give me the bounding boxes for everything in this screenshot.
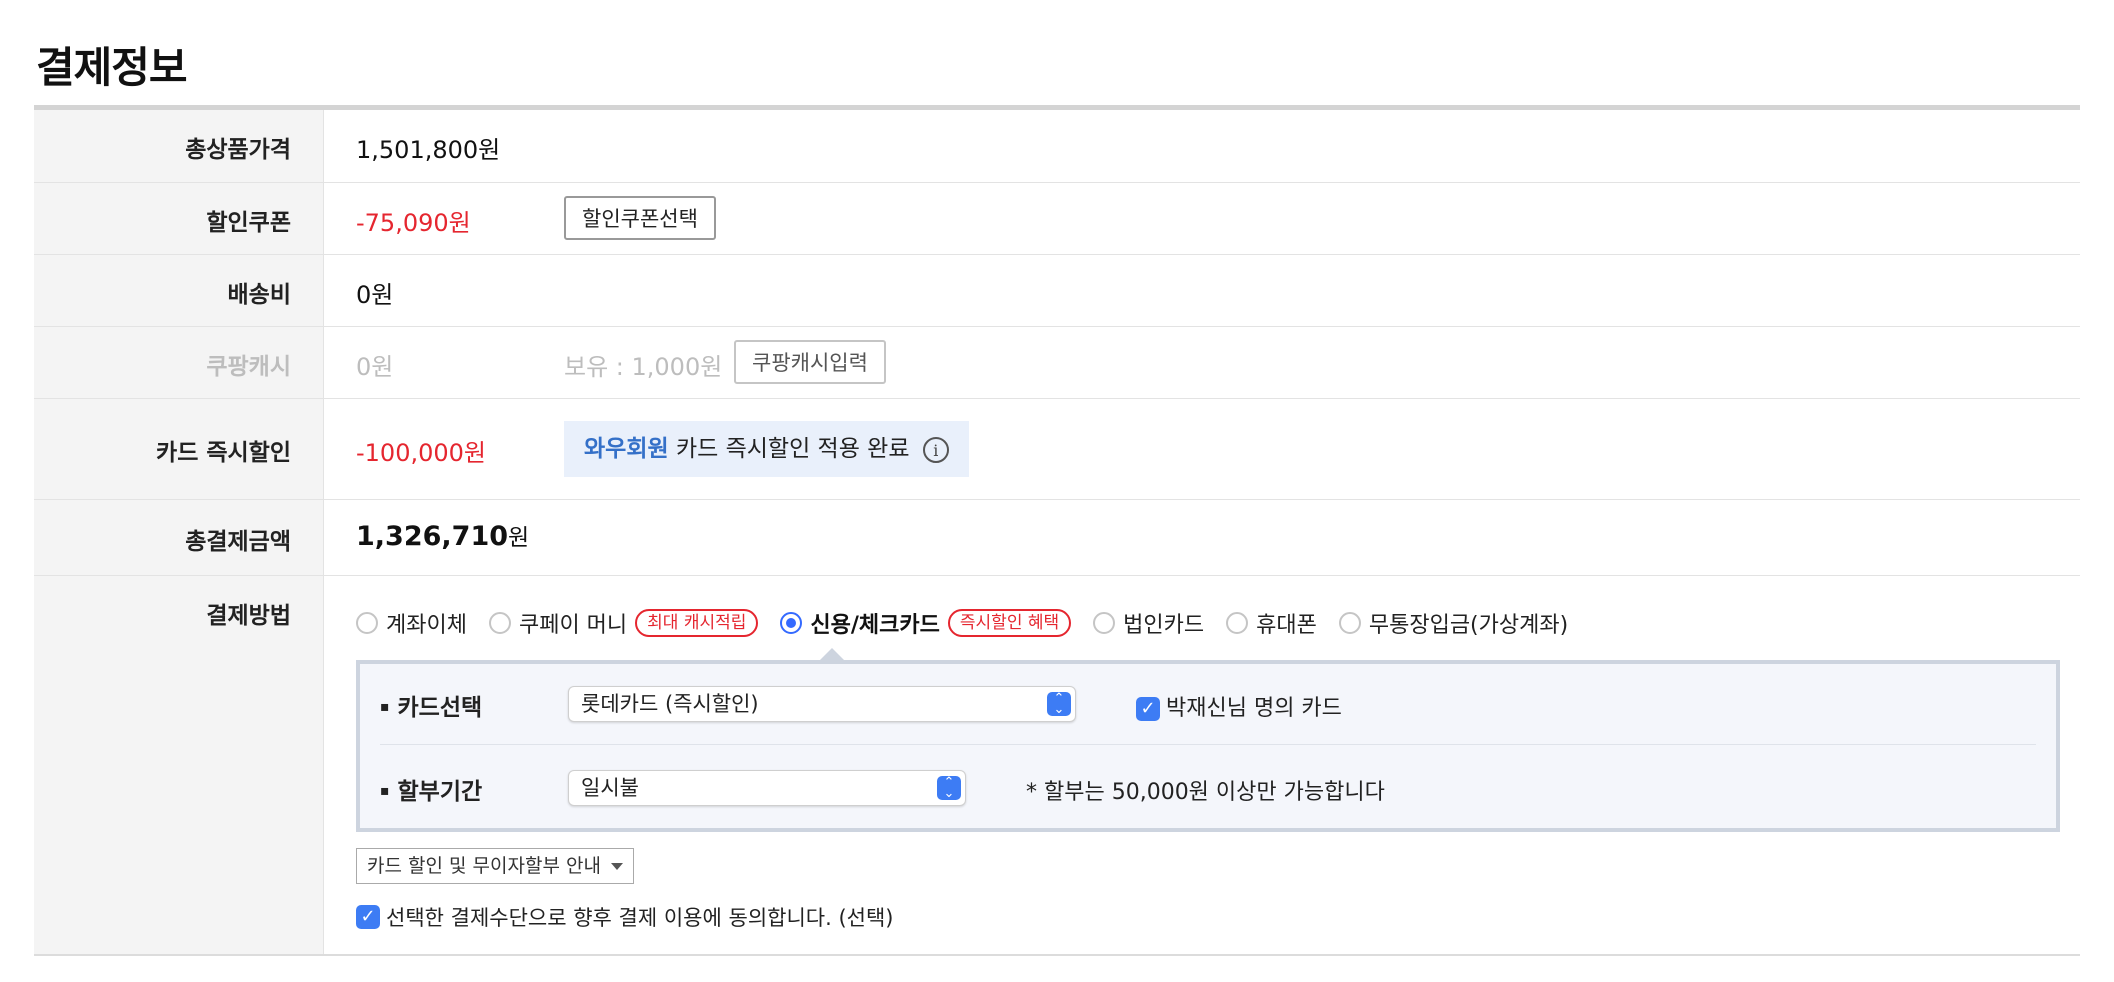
radio-selected-icon[interactable] bbox=[780, 612, 803, 634]
method-coupay-money[interactable]: 쿠페이 머니 최대 캐시적립 bbox=[488, 607, 759, 639]
select-arrows-icon: ⌃ ⌄ bbox=[1047, 692, 1071, 716]
card-discount-notice: 와우회원 카드 즉시할인 적용 완료 i bbox=[564, 421, 969, 477]
select-arrows-icon: ⌃ ⌄ bbox=[937, 776, 961, 800]
row-coupon: 할인쿠폰 -75,090원 할인쿠폰선택 bbox=[34, 183, 2080, 255]
coupang-cash-holding: 보유 : 1,000원 bbox=[564, 353, 723, 381]
checkbox-checked-icon[interactable]: ✓ bbox=[1136, 697, 1160, 721]
page-title: 결제정보 bbox=[36, 43, 188, 92]
total-price-label: 총상품가격 bbox=[34, 110, 324, 182]
row-payment-method: 결제방법 계좌이체 쿠페이 머니 최대 캐시적립 신용/체크카드 즉시할인 혜택… bbox=[34, 576, 2080, 956]
method-credit-card[interactable]: 신용/체크카드 즉시할인 혜택 bbox=[780, 607, 1072, 639]
checkbox-checked-icon[interactable]: ✓ bbox=[356, 905, 380, 929]
total-payment-value: 1,326,710원 bbox=[356, 521, 530, 552]
select-coupon-button[interactable]: 할인쿠폰선택 bbox=[564, 196, 716, 240]
coupon-label: 할인쿠폰 bbox=[34, 183, 324, 254]
card-select-dropdown[interactable]: 롯데카드 (즉시할인) ⌃ ⌄ bbox=[568, 686, 1076, 722]
payment-method-options: 계좌이체 쿠페이 머니 최대 캐시적립 신용/체크카드 즉시할인 혜택 법인카드… bbox=[356, 606, 1590, 640]
method-mobile[interactable]: 휴대폰 bbox=[1226, 607, 1317, 639]
row-shipping: 배송비 0원 bbox=[34, 255, 2080, 327]
radio-icon[interactable] bbox=[1338, 612, 1361, 634]
total-payment-label: 총결제금액 bbox=[34, 500, 324, 575]
card-select-label: 카드선택 bbox=[380, 688, 483, 722]
radio-icon[interactable] bbox=[356, 612, 378, 634]
method-corporate-card[interactable]: 법인카드 bbox=[1093, 607, 1204, 639]
shipping-label: 배송비 bbox=[34, 255, 324, 326]
row-card-discount: 카드 즉시할인 -100,000원 와우회원 카드 즉시할인 적용 완료 i bbox=[34, 399, 2080, 500]
notice-text: 카드 즉시할인 적용 완료 bbox=[668, 436, 910, 462]
radio-icon[interactable] bbox=[1226, 612, 1249, 634]
wow-member-text: 와우회원 bbox=[584, 436, 669, 462]
payment-info-section: 결제정보 총상품가격 1,501,800원 할인쿠폰 -75,090원 할인쿠폰… bbox=[0, 0, 2114, 982]
panel-divider bbox=[380, 744, 2036, 745]
triangle-down-icon bbox=[610, 863, 623, 870]
instant-discount-badge: 즉시할인 혜택 bbox=[947, 609, 1072, 637]
shipping-value: 0원 bbox=[356, 281, 394, 309]
radio-icon[interactable] bbox=[488, 612, 511, 634]
installment-dropdown[interactable]: 일시불 ⌃ ⌄ bbox=[568, 770, 966, 806]
card-options-panel: 카드선택 롯데카드 (즉시할인) ⌃⌄ ✓박재신님 명의 카드 할부기간 일시불… bbox=[356, 660, 2060, 832]
card-benefit-guide-dropdown[interactable]: 카드 할인 및 무이자할부 안내 bbox=[356, 848, 634, 884]
coupang-cash-input-button[interactable]: 쿠팡캐시입력 bbox=[734, 340, 886, 384]
row-coupang-cash: 쿠팡캐시 0원 보유 : 1,000원 쿠팡캐시입력 bbox=[34, 327, 2080, 399]
total-price-value: 1,501,800원 bbox=[356, 136, 501, 164]
coupon-value: -75,090원 bbox=[356, 209, 471, 237]
installment-note: * 할부는 50,000원 이상만 가능합니다 bbox=[1026, 780, 1385, 805]
card-owner-checkbox[interactable]: ✓ 박재신님 명의 카드 bbox=[1136, 690, 1342, 722]
coupang-cash-value: 0원 bbox=[356, 353, 394, 381]
cash-reward-badge: 최대 캐시적립 bbox=[635, 609, 759, 637]
row-total-payment: 총결제금액 1,326,710원 bbox=[34, 500, 2080, 576]
installment-label: 할부기간 bbox=[380, 772, 483, 806]
card-discount-value: -100,000원 bbox=[356, 439, 486, 467]
row-total-price: 총상품가격 1,501,800원 bbox=[34, 110, 2080, 183]
info-icon[interactable]: i bbox=[922, 436, 949, 463]
payment-table: 총상품가격 1,501,800원 할인쿠폰 -75,090원 할인쿠폰선택 배송… bbox=[34, 105, 2080, 956]
payment-method-label: 결제방법 bbox=[34, 576, 324, 954]
card-discount-label: 카드 즉시할인 bbox=[34, 399, 324, 499]
method-virtual-account[interactable]: 무통장입금(가상계좌) bbox=[1338, 607, 1568, 639]
method-bank-transfer[interactable]: 계좌이체 bbox=[356, 607, 467, 639]
radio-icon[interactable] bbox=[1093, 612, 1116, 634]
agree-checkbox[interactable]: ✓ 선택한 결제수단으로 향후 결제 이용에 동의합니다. (선택) bbox=[356, 902, 893, 932]
coupang-cash-label: 쿠팡캐시 bbox=[34, 327, 324, 398]
